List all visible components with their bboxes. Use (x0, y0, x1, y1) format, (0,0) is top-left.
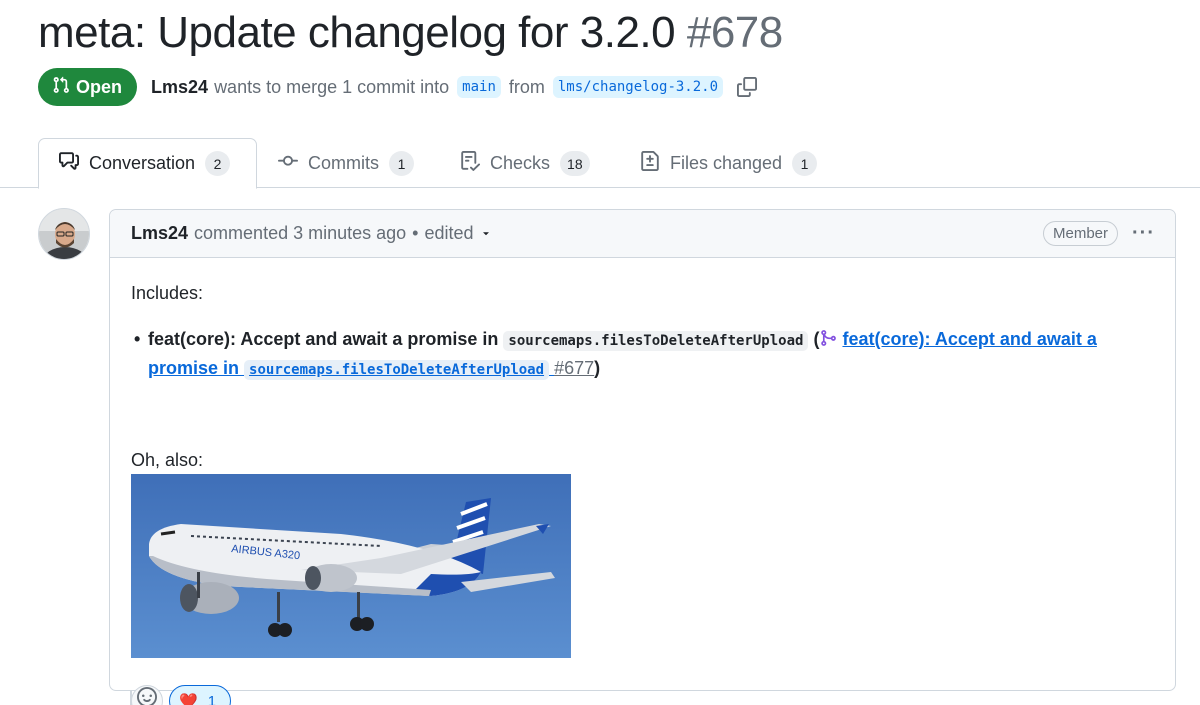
copy-icon[interactable] (737, 77, 758, 97)
avatar[interactable] (38, 208, 90, 260)
tab-conversation[interactable]: Conversation 2 (38, 138, 257, 189)
edited-label: edited (424, 223, 474, 243)
kebab-horizontal-icon[interactable]: ··· (1132, 222, 1155, 245)
list-item-text: feat(core): Accept and await a promise i… (148, 329, 504, 349)
reactions-bar: ❤️ 1 (131, 685, 232, 705)
from-text: from (508, 76, 545, 97)
comment-timestamp[interactable]: commented 3 minutes ago (194, 223, 406, 244)
heart-reaction-button[interactable]: ❤️ 1 (169, 685, 232, 705)
body-outro: Oh, also: (131, 450, 204, 470)
pr-number: #678 (686, 8, 783, 57)
file-diff-icon (640, 151, 660, 176)
pr-title: meta: Update changelog for 3.2.0 (38, 8, 676, 57)
body-intro: Includes: (131, 283, 204, 303)
add-reaction-button[interactable] (131, 685, 163, 705)
pr-meta: Open Lms24 wants to merge 1 commit into … (38, 68, 758, 106)
pr-tabs: Conversation 2 Commits 1 Checks 18 Files… (0, 138, 1200, 189)
git-pull-request-link-icon (819, 328, 837, 355)
heart-icon: ❤️ (179, 692, 198, 705)
tab-files-changed-count: 1 (792, 151, 818, 176)
timeline-line (130, 691, 132, 705)
tab-files-changed-label: Files changed (670, 153, 783, 173)
tab-checks-count: 18 (560, 151, 590, 176)
comment-box: Lms24 commented 3 minutes ago • edited M… (109, 209, 1176, 705)
state-badge: Open (38, 68, 138, 106)
tab-commits-label: Commits (308, 153, 379, 173)
heart-reaction-count: 1 (207, 692, 217, 705)
list-item-code: sourcemaps.filesToDeleteAfterUpload (503, 331, 809, 351)
linked-pr-code: sourcemaps.filesToDeleteAfterUpload (244, 360, 550, 380)
smiley-icon (137, 687, 157, 705)
tab-checks-label: Checks (490, 153, 551, 173)
comment-header: Lms24 commented 3 minutes ago • edited M… (110, 210, 1175, 258)
comment-author-link[interactable]: Lms24 (131, 223, 188, 244)
pr-author-link[interactable]: Lms24 (151, 77, 208, 98)
role-badge: Member (1043, 221, 1119, 246)
base-branch[interactable]: main (457, 76, 501, 98)
tab-conversation-count: 2 (205, 151, 231, 176)
git-pull-request-icon (52, 76, 70, 99)
tab-commits-count: 1 (389, 151, 414, 176)
tab-commits[interactable]: Commits 1 (278, 138, 414, 189)
checklist-icon (460, 151, 481, 176)
dot-separator: • (412, 223, 419, 243)
triangle-down-icon (480, 223, 492, 244)
tab-files-changed[interactable]: Files changed 1 (640, 138, 818, 189)
tab-checks[interactable]: Checks 18 (460, 138, 590, 189)
state-label: Open (76, 76, 123, 97)
page-title: meta: Update changelog for 3.2.0 #678 (38, 8, 783, 58)
head-branch[interactable]: lms/changelog-3.2.0 (552, 76, 724, 98)
linked-pr-number: #677 (554, 358, 595, 378)
list-bullet: • (134, 329, 141, 349)
airplane-image[interactable]: AIRBUS A320 (131, 474, 571, 658)
comment-discussion-icon (59, 151, 79, 176)
edited-dropdown[interactable]: • edited (412, 223, 491, 244)
merge-text: wants to merge 1 commit into (214, 76, 450, 97)
tab-conversation-label: Conversation (89, 153, 196, 173)
git-commit-icon (278, 151, 298, 176)
list-item: • feat(core): Accept and await a promise… (134, 326, 1148, 384)
